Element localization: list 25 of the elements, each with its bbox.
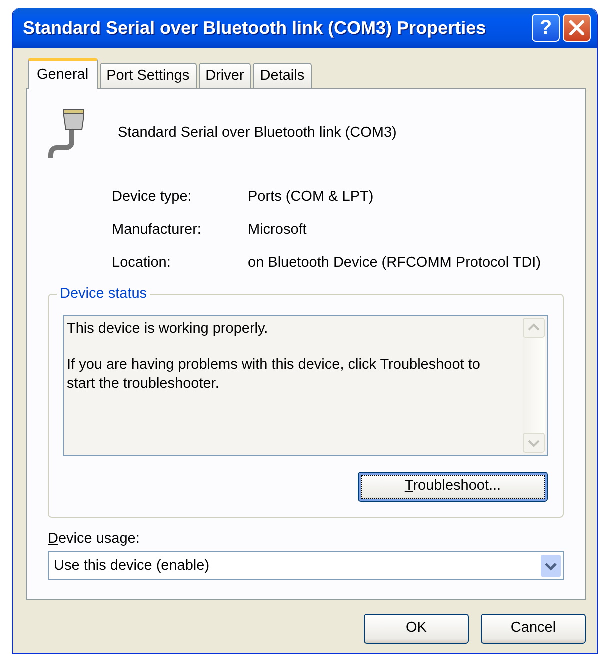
window-title: Standard Serial over Bluetooth link (COM3) Properties [23,16,488,40]
device-name: Standard Serial over Bluetooth link (COM3) [118,124,397,144]
tab[interactable]: General [28,58,98,89]
scroll-down-icon[interactable] [523,433,545,453]
property-label: Manufacturer: [112,221,202,240]
property-value: Ports (COM & LPT) [248,188,375,207]
device-usage-dropdown[interactable]: Use this device (enable) [48,551,564,580]
property-label: Device type: [112,188,193,207]
status-message: If you are having problems with this device, click Troubleshoot to start the troubleshooter. [67,356,481,394]
tab[interactable]: Driver [198,63,252,88]
device-usage-label: Device usage: [48,531,140,547]
scrollbar[interactable] [523,318,545,453]
scroll-up-icon[interactable] [523,318,545,338]
property-value: on Bluetooth Device (RFCOMM Protocol TDI) [248,254,542,273]
close-icon [568,19,586,37]
status-message: This device is working properly. [67,320,270,339]
troubleshoot-button[interactable]: Troubleshoot... [358,472,548,502]
dialog-button[interactable]: OK [364,614,469,644]
dialog-button[interactable]: Cancel [481,614,586,644]
tab[interactable]: Port Settings [100,63,197,88]
close-button[interactable] [563,14,591,42]
help-button[interactable]: ? [532,14,560,42]
property-label: Location: [112,254,172,273]
tab[interactable]: Details [253,63,312,88]
property-value: Microsoft [248,221,308,240]
